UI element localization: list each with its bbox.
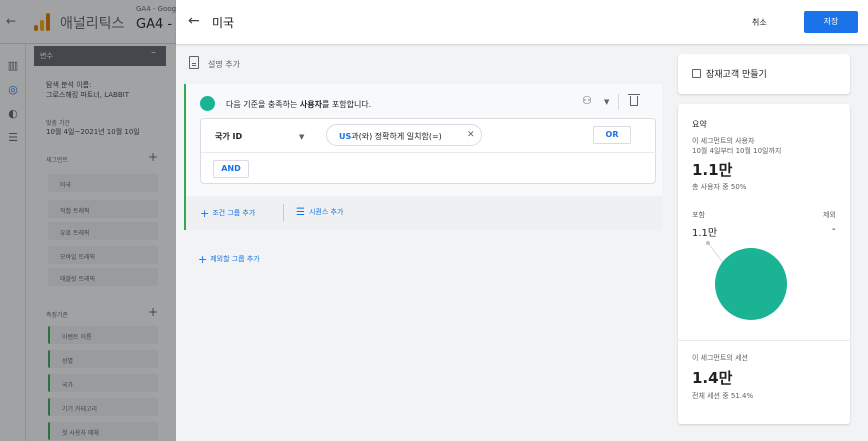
back-arrow-icon[interactable]: ←	[188, 13, 200, 29]
add-condition-group-button[interactable]: + 조건 그룹 추가	[200, 207, 255, 220]
background-app: ← 애널리틱스 GA4 - Goog GA4 - ▥ ◎ ◐ ☰ 변수 – 탐색…	[0, 0, 176, 441]
plus-icon: +	[200, 207, 210, 220]
add-condition-group-label: 조건 그룹 추가	[212, 209, 256, 217]
audience-checkbox[interactable]	[692, 69, 701, 78]
or-button[interactable]: OR	[593, 126, 631, 144]
description-icon	[189, 56, 199, 69]
include-condition-card: 다음 기준을 충족하는 사용자를 포함합니다. ⚇ ▼ 국가 ID ▼ US과(…	[184, 84, 662, 230]
filter-operator: 과(와) 정확하게 일치함(=)	[351, 132, 442, 141]
save-button[interactable]: 저장	[804, 11, 858, 33]
users-share: 총 사용자 중 50%	[692, 183, 747, 191]
include-label: 포함	[692, 211, 705, 219]
audience-card[interactable]: 잠재고객 만들기	[678, 54, 850, 94]
chevron-down-icon[interactable]: ▼	[299, 133, 304, 141]
exclude-label: 제외	[823, 211, 836, 219]
dimension-selector[interactable]: 국가 ID	[215, 131, 242, 142]
sessions-value: 1.4만	[692, 369, 733, 387]
segment-pie-chart	[706, 241, 787, 320]
editor-topbar: ← 미국 취소 저장	[176, 0, 868, 44]
pie-slice-include	[715, 248, 787, 320]
segment-name[interactable]: 미국	[212, 14, 234, 31]
include-statement: 다음 기준을 충족하는 사용자를 포함합니다.	[226, 99, 371, 110]
chevron-down-icon[interactable]: ▼	[604, 98, 609, 106]
condition-group: 다음 기준을 충족하는 사용자를 포함합니다. ⚇ ▼ 국가 ID ▼ US과(…	[184, 84, 662, 196]
include-indicator-icon	[200, 96, 215, 111]
include-suffix: 를 포함합니다.	[321, 100, 372, 109]
pie-leader-line	[707, 242, 725, 265]
add-exclude-group-label: 제외할 그룹 추가	[210, 255, 260, 263]
filter-chip[interactable]: US과(와) 정확하게 일치함(=)	[326, 124, 482, 146]
summary-card: 요약 이 세그먼트의 사용자 10월 4일부터 10월 10일까지 1.1만 총…	[678, 104, 850, 424]
segment-editor: ← 미국 취소 저장 설명 추가 다음 기준을 충족하는 사용자를 포함합니다.…	[176, 0, 868, 441]
close-icon[interactable]: ✕	[467, 130, 475, 140]
sessions-label: 이 세그먼트의 세션	[692, 354, 748, 362]
condition-row: 국가 ID ▼ US과(와) 정확하게 일치함(=) ✕ OR AND	[200, 118, 657, 184]
summary-title: 요약	[692, 120, 707, 129]
divider	[678, 340, 850, 341]
add-sequence-label: 시퀀스 추가	[308, 208, 344, 216]
add-exclude-group-button[interactable]: + 제외할 그룹 추가	[198, 253, 260, 266]
plus-icon: +	[198, 253, 208, 266]
add-description-link[interactable]: 설명 추가	[208, 59, 240, 70]
sessions-share: 전체 세션 중 51.4%	[692, 392, 754, 400]
divider	[618, 94, 619, 110]
audience-label: 잠재고객 만들기	[706, 70, 767, 80]
users-scope-icon[interactable]: ⚇	[582, 94, 592, 107]
divider	[201, 152, 657, 153]
users-label: 이 세그먼트의 사용자	[692, 137, 755, 145]
sequence-icon: ☰	[296, 207, 305, 218]
scrim-overlay[interactable]	[0, 0, 176, 441]
scope-selector[interactable]: 사용자	[300, 100, 322, 109]
add-sequence-button[interactable]: ☰ 시퀀스 추가	[296, 207, 343, 218]
include-prefix: 다음 기준을 충족하는	[226, 100, 300, 109]
summary-date: 10월 4일부터 10월 10일까지	[692, 147, 782, 155]
divider	[283, 204, 284, 222]
filter-value: US	[339, 132, 352, 141]
and-button[interactable]: AND	[213, 160, 249, 178]
cancel-button[interactable]: 취소	[752, 17, 767, 28]
pie-marker	[706, 241, 710, 245]
users-value: 1.1만	[692, 161, 733, 179]
condition-footer: + 조건 그룹 추가 ☰ 시퀀스 추가	[184, 196, 662, 230]
delete-icon[interactable]	[628, 94, 640, 107]
